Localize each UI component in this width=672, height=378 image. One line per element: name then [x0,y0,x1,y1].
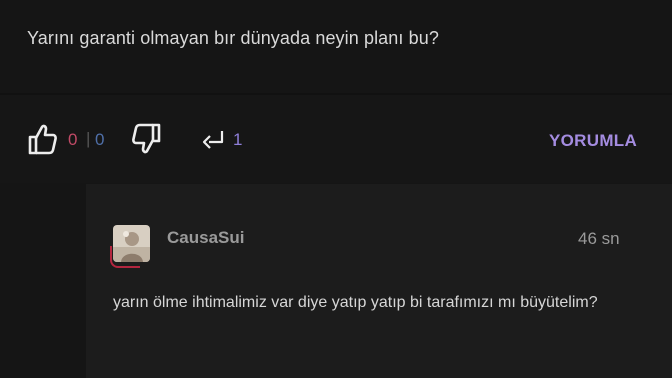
reply-count: 1 [233,130,243,149]
post-text: Yarını garanti olmayan bır dünyada neyin… [27,28,439,48]
reply-button[interactable] [198,126,228,154]
thumbs-down-icon [132,123,161,154]
reply-timestamp: 46 sn [578,229,620,248]
reply-card [86,184,672,378]
reply-text: yarın ölme ihtimalimiz var diye yatıp ya… [113,294,598,311]
count-separator: | [86,129,91,148]
avatar-image [113,225,150,262]
comment-button[interactable]: YORUMLA [549,131,637,151]
reply-icon [202,131,224,149]
like-count: 0 [68,130,78,149]
thumbs-up-icon [28,124,57,155]
like-button[interactable] [26,122,58,156]
post-view: Yarını garanti olmayan bır dünyada neyin… [0,0,672,378]
dislike-button[interactable] [131,122,163,156]
dislike-count: 0 [95,130,105,149]
reply-username[interactable]: CausaSui [167,228,244,248]
avatar[interactable] [113,225,150,262]
